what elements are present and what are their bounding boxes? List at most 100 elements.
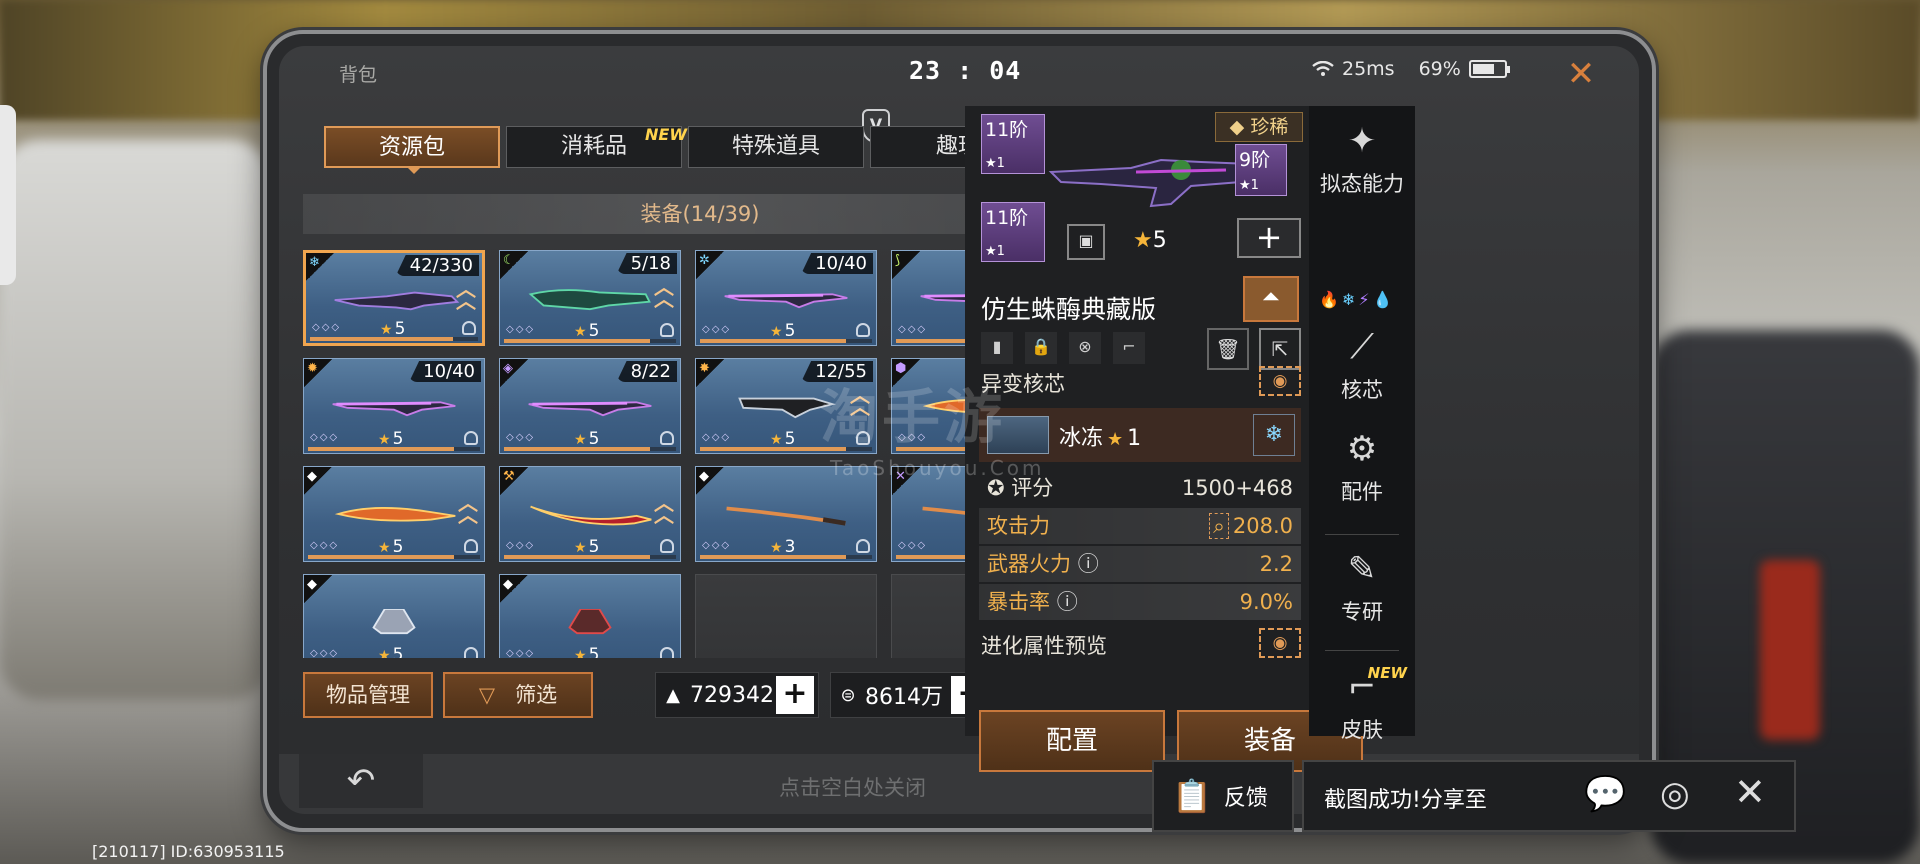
tab-resource-pack[interactable]: 资源包	[324, 126, 500, 174]
weapon-thumbnail	[372, 609, 416, 635]
lock-icon	[464, 647, 478, 658]
weapon-thumbnail	[332, 401, 456, 417]
item-stars: ★5	[378, 537, 404, 557]
wechat-icon[interactable]: 💬	[1584, 774, 1626, 814]
add-attachment-button[interactable]: +	[1237, 218, 1301, 258]
rank-dots: ◇◇◇	[310, 540, 340, 551]
side-item-research[interactable]: ✎ 专研	[1309, 546, 1415, 626]
currency-gold: ▲ 729342 +	[655, 672, 819, 718]
tab-consumables[interactable]: 消耗品 NEW	[506, 125, 687, 168]
share-icon[interactable]: ⇱	[1259, 328, 1301, 370]
rank-dots: ◇◇◇	[506, 648, 536, 658]
stat-crit-rate: 暴击率 ⓘ 9.0%	[979, 584, 1301, 620]
item-count: 10/40	[409, 361, 481, 382]
diamond-icon: ◆	[503, 577, 513, 592]
tier-badge-top[interactable]: 11阶 ★1	[981, 114, 1045, 174]
crosshair-icon: ⊗	[1069, 332, 1101, 364]
lock-icon	[856, 323, 870, 337]
side-menu: ✦ 拟态能力 🔥❄⚡💧 ⟋ 核芯 ⚙ 配件 ✎ 专研 NEW ⌐ 皮肤	[1309, 106, 1415, 742]
core-row[interactable]: 冰冻 ★ 1 ❄	[979, 408, 1301, 462]
upgrade-chevron-icon: ︿︿	[456, 277, 476, 313]
frost-icon: ✲	[699, 253, 710, 268]
rarity-badge: ◆ 珍稀	[1215, 112, 1303, 142]
screen-title: 背包	[339, 64, 378, 86]
inventory-slot[interactable]: ✹ 10/40 ◇◇◇ ★ 5	[303, 358, 485, 454]
upgrade-chevron-icon: ︿︿	[654, 275, 674, 311]
inventory-slot[interactable]: ◆ ◇◇◇ ★ 3	[695, 466, 877, 562]
trash-icon[interactable]: 🗑	[1207, 328, 1249, 370]
star-icon: ★	[985, 244, 997, 259]
gold-bar-icon: ▲	[666, 684, 680, 706]
rank-dots: ◇◇◇	[506, 324, 536, 335]
star-icon: ★	[574, 540, 587, 556]
lock-icon	[660, 323, 674, 337]
new-badge: NEW	[1367, 664, 1407, 682]
info-icon[interactable]: ⓘ	[1078, 552, 1099, 576]
player-id: [210117] ID:630953115	[92, 842, 285, 861]
progress-bar	[504, 339, 676, 343]
rank-dots: ◇◇◇	[898, 324, 928, 335]
side-item-parts[interactable]: ⚙ 配件	[1309, 426, 1415, 506]
background-left	[0, 140, 270, 700]
item-stars: ★5	[574, 537, 600, 557]
eye-icon[interactable]: ◉	[1259, 628, 1301, 658]
rank-dots: ◇◇◇	[506, 432, 536, 443]
side-item-mimic[interactable]: ✦ 拟态能力	[1309, 118, 1415, 198]
item-manage-button[interactable]: 物品管理	[303, 672, 433, 718]
inventory-slot[interactable]: ◆ ︿ ︿ ◇◇◇ ★ 5	[303, 466, 485, 562]
background-red-light	[1760, 560, 1820, 740]
rank-dots: ◇◇◇	[702, 324, 732, 335]
view-toggle-button[interactable]: ▣	[1067, 224, 1105, 260]
flame-icon: ✸	[699, 361, 710, 376]
info-icon[interactable]: ⓘ	[1057, 590, 1078, 614]
inventory-slot[interactable]: ❄ 42/330 ︿ ︿ ◇◇◇ ★ 5	[303, 250, 485, 346]
eye-icon[interactable]: ◉	[1259, 366, 1301, 396]
tab-special-items[interactable]: 特殊道具	[688, 126, 864, 168]
inventory-slot-empty[interactable]	[695, 574, 877, 658]
side-item-skin[interactable]: NEW ⌐ 皮肤	[1309, 664, 1415, 744]
add-gold-button[interactable]: +	[776, 676, 814, 714]
feedback-button[interactable]: 📋 反馈	[1152, 760, 1294, 832]
item-detail-panel: 11阶 ★1 ◆ 珍稀 9阶 ★1 11阶 ★1 ▣ ★5 + 仿生蛛酶典藏版 …	[965, 106, 1363, 772]
new-badge: NEW	[645, 125, 687, 144]
wifi-icon	[1312, 61, 1334, 76]
lock-icon[interactable]: 🔒	[1025, 332, 1057, 364]
back-button[interactable]: ↶	[299, 754, 423, 808]
inventory-slot[interactable]: ✲ 10/40 ◇◇◇ ★ 5	[695, 250, 877, 346]
progress-bar	[310, 337, 478, 341]
search-icon[interactable]: ⌕	[1209, 513, 1229, 539]
share-toast: 截图成功!分享至 💬 ◎ ✕	[1302, 760, 1796, 832]
star-icon: ★	[770, 540, 783, 556]
inventory-slot[interactable]: ⚒ ︿ ︿ ◇◇◇ ★ 5	[499, 466, 681, 562]
rank-dots: ◇◇◇	[310, 648, 340, 658]
inventory-slot[interactable]: ◆ ◇◇◇ ★ 5	[499, 574, 681, 658]
tier-badge-right[interactable]: 9阶 ★1	[1235, 144, 1287, 196]
progress-bar	[308, 555, 480, 559]
edge-handle[interactable]	[0, 105, 16, 285]
ping-value: 25ms	[1342, 58, 1395, 80]
weapon-stars: ★5	[1133, 228, 1167, 253]
inventory-slot[interactable]: ◆ ◇◇◇ ★ 5	[303, 574, 485, 658]
parts-icon: ⚙	[1346, 429, 1378, 469]
star-icon: ★	[380, 322, 393, 338]
inventory-slot[interactable]: ☾ 5/18 ︿ ︿ ◇◇◇ ★ 5	[499, 250, 681, 346]
claw-icon: ⟆	[895, 253, 901, 268]
filter-button[interactable]: ▽ 筛选	[443, 672, 593, 718]
inventory-slot[interactable]: ◈ 8/22 ◇◇◇ ★ 5	[499, 358, 681, 454]
drive-icon[interactable]: ⏶	[1243, 276, 1299, 322]
diamond-icon: ◆	[699, 469, 709, 484]
element-icons: 🔥❄⚡💧	[1319, 290, 1395, 309]
close-icon[interactable]: ✕	[1734, 770, 1766, 814]
star-icon: ★	[1239, 178, 1251, 193]
configure-button[interactable]: 配置	[979, 710, 1165, 772]
star-icon: ★	[574, 432, 587, 448]
close-hint: 点击空白处关闭	[779, 776, 926, 800]
camera-shutter-icon[interactable]: ◎	[1660, 774, 1690, 814]
coin-icon: ⊜	[840, 684, 856, 706]
star-icon: ★	[574, 648, 587, 658]
rank-dots: ◇◇◇	[702, 540, 732, 551]
star-icon: ★	[1133, 228, 1153, 253]
side-item-core[interactable]: ⟋ 核芯	[1309, 324, 1415, 404]
tier-badge-bottom[interactable]: 11阶 ★1	[981, 202, 1045, 262]
close-icon[interactable]: ✕	[1561, 54, 1601, 94]
